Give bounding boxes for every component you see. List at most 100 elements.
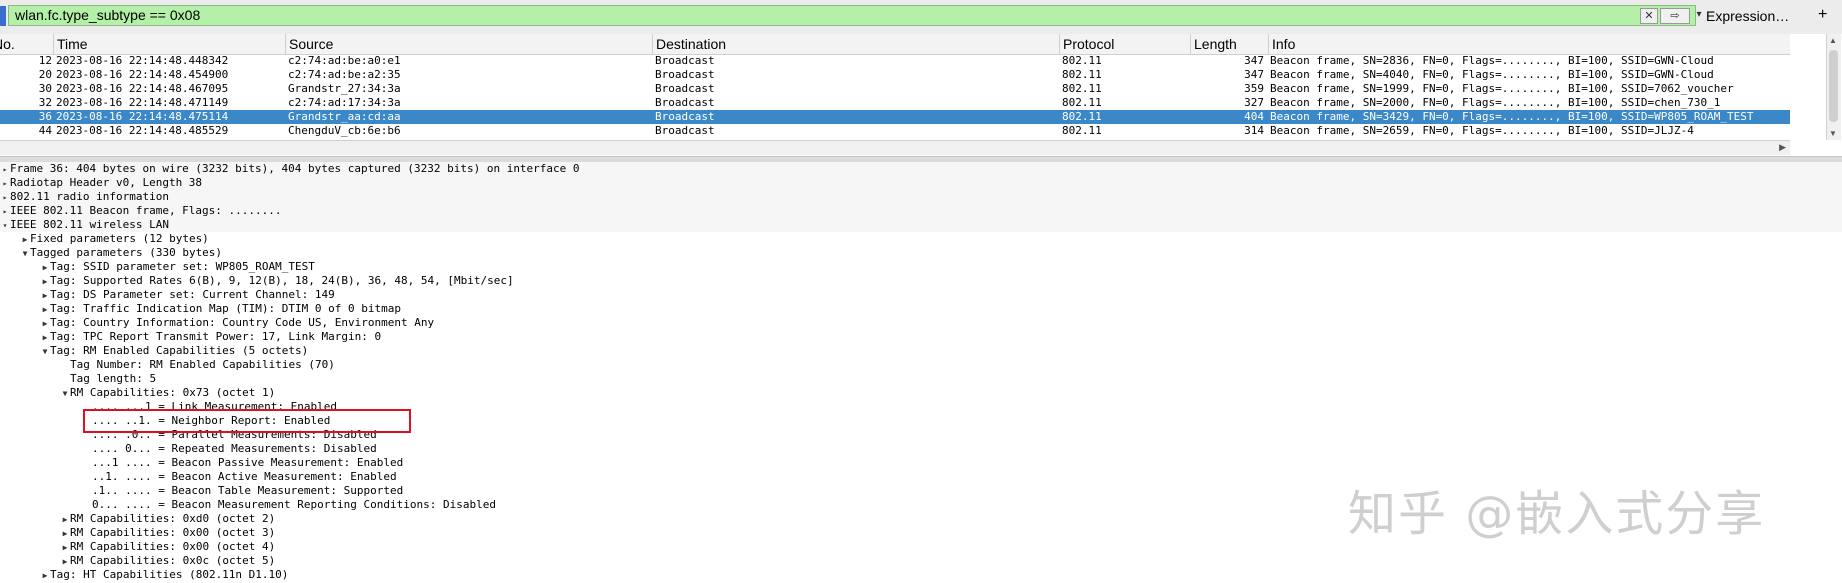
- detail-tree-item[interactable]: 0... .... = Beacon Measurement Reporting…: [0, 498, 496, 512]
- expander-arrow-icon[interactable]: ▶: [60, 527, 70, 541]
- detail-tree-item[interactable]: ▶ RM Capabilities: 0xd0 (octet 2): [0, 512, 276, 527]
- apply-filter-arrow-icon[interactable]: ⇨: [1660, 8, 1690, 24]
- detail-tree-item[interactable]: ▶ Tag: TPC Report Transmit Power: 17, Lin…: [0, 330, 382, 345]
- detail-tree-text: 802.11 radio information: [10, 190, 169, 203]
- detail-tree-item[interactable]: Tag Number: RM Enabled Capabilities (70): [0, 358, 335, 372]
- detail-tree-item[interactable]: ▶ Tag: Supported Rates 6(B), 9, 12(B), 18…: [0, 274, 514, 288]
- expander-arrow-icon[interactable]: ▼: [20, 247, 30, 261]
- packet-row[interactable]: 32 2023-08-16 22:14:48.471149 c2:74:ad:1…: [0, 96, 1790, 110]
- packet-source: ChengduV_cb:6e:b6: [288, 124, 401, 137]
- expander-arrow-icon[interactable]: ▼: [40, 345, 50, 359]
- packet-protocol: 802.11: [1062, 82, 1102, 95]
- expander-arrow-icon[interactable]: ▶: [40, 261, 50, 275]
- detail-tree-item[interactable]: ▶ Tag: Country Information: Country Code …: [0, 316, 435, 331]
- packet-destination: Broadcast: [655, 54, 715, 67]
- scroll-down-arrow-icon[interactable]: ▼: [1829, 129, 1837, 138]
- detail-tree-text: Tagged parameters (330 bytes): [30, 246, 223, 259]
- expander-arrow-icon[interactable]: ▶: [40, 317, 50, 331]
- packet-no: 32: [38, 96, 52, 109]
- column-header-protocol[interactable]: Protocol: [1059, 34, 1190, 54]
- detail-tree-item[interactable]: Tag length: 5: [0, 372, 156, 386]
- expander-arrow-icon[interactable]: ▶: [40, 303, 50, 317]
- detail-tree-item[interactable]: ▾ IEEE 802.11 wireless LAN: [0, 218, 1842, 232]
- display-filter-toolbar: wlan.fc.type_subtype == 0x08 ✕ ⇨ ▾ Expre…: [0, 0, 1842, 35]
- filter-controls: ✕ ⇨ ▾: [1640, 7, 1706, 25]
- expander-arrow-icon[interactable]: ▸: [0, 205, 10, 219]
- packet-info: Beacon frame, SN=4040, FN=0, Flags=.....…: [1270, 68, 1714, 81]
- packet-row[interactable]: 20 2023-08-16 22:14:48.454900 c2:74:ad:b…: [0, 68, 1790, 82]
- expander-arrow-icon[interactable]: ▸: [0, 163, 10, 177]
- detail-tree-item[interactable]: .... 0... = Repeated Measurements: Disab…: [0, 442, 377, 456]
- scroll-right-arrow-icon[interactable]: ▶: [1779, 142, 1786, 153]
- detail-tree-item[interactable]: ▸ IEEE 802.11 Beacon frame, Flags: ......…: [0, 204, 1842, 218]
- detail-tree-item[interactable]: ▸ Frame 36: 404 bytes on wire (3232 bits)…: [0, 162, 1842, 176]
- expander-arrow-icon[interactable]: ▶: [20, 233, 30, 247]
- packet-source: c2:74:ad:be:a2:35: [288, 68, 401, 81]
- packet-row[interactable]: 12 2023-08-16 22:14:48.448342 c2:74:ad:b…: [0, 54, 1790, 68]
- expander-arrow-icon[interactable]: ▶: [60, 555, 70, 569]
- expander-arrow-icon[interactable]: ▾: [0, 219, 10, 233]
- packet-destination: Broadcast: [655, 68, 715, 81]
- expander-arrow-icon[interactable]: ▶: [40, 331, 50, 345]
- expander-arrow-icon[interactable]: ▸: [0, 191, 10, 205]
- detail-tree-item[interactable]: ..1. .... = Beacon Active Measurement: E…: [0, 470, 397, 484]
- column-header-destination[interactable]: Destination: [652, 34, 1059, 54]
- packet-source: c2:74:ad:be:a0:e1: [288, 54, 401, 67]
- packet-list-pane: No. Time Source Destination Protocol Len…: [0, 34, 1842, 158]
- detail-tree-item[interactable]: ▼ Tag: RM Enabled Capabilities (5 octets): [0, 344, 309, 359]
- packet-protocol: 802.11: [1062, 124, 1102, 137]
- column-header-info[interactable]: Info: [1268, 34, 1790, 54]
- detail-tree-item[interactable]: ▶ Tag: Traffic Indication Map (TIM): DTIM…: [0, 302, 401, 316]
- add-filter-button[interactable]: +: [1818, 6, 1827, 24]
- detail-tree-item[interactable]: ▶ RM Capabilities: 0x00 (octet 4): [0, 540, 276, 555]
- packet-no: 12: [38, 54, 52, 67]
- column-header-source[interactable]: Source: [285, 34, 652, 54]
- packet-length: 347: [1244, 54, 1264, 67]
- detail-tree-item[interactable]: ▼ RM Capabilities: 0x73 (octet 1): [0, 386, 276, 401]
- detail-tree-item[interactable]: ▶ Tag: HT Capabilities (802.11n D1.10): [0, 568, 289, 583]
- expander-arrow-icon[interactable]: ▶: [40, 275, 50, 289]
- detail-tree-item[interactable]: ▶ Tag: SSID parameter set: WP805_ROAM_TES…: [0, 260, 315, 274]
- packet-list-horizontal-scrollbar[interactable]: ▶: [0, 140, 1790, 155]
- column-header-no[interactable]: No.: [0, 34, 56, 54]
- clear-filter-icon[interactable]: ✕: [1640, 8, 1658, 24]
- detail-tree-item[interactable]: ▶ RM Capabilities: 0x00 (octet 3): [0, 526, 276, 541]
- scrollbar-thumb[interactable]: [1829, 50, 1838, 122]
- expander-arrow-icon[interactable]: ▼: [60, 387, 70, 401]
- column-header-time[interactable]: Time: [53, 34, 288, 54]
- filter-bookmark-icon[interactable]: [0, 6, 6, 26]
- detail-tree-item[interactable]: .1.. .... = Beacon Table Measurement: Su…: [0, 484, 403, 498]
- filter-history-dropdown-icon[interactable]: ▾: [1692, 8, 1706, 24]
- detail-tree-text: Tag: Supported Rates 6(B), 9, 12(B), 18,…: [50, 274, 514, 287]
- packet-row[interactable]: 30 2023-08-16 22:14:48.467095 Grandstr_2…: [0, 82, 1790, 96]
- expander-arrow-icon[interactable]: ▶: [40, 289, 50, 303]
- packet-protocol: 802.11: [1062, 54, 1102, 67]
- detail-tree-item[interactable]: ▸ 802.11 radio information: [0, 190, 1842, 204]
- packet-info: Beacon frame, SN=2000, FN=0, Flags=.....…: [1270, 96, 1721, 109]
- expander-arrow-icon[interactable]: ▶: [60, 513, 70, 527]
- detail-tree-text: RM Capabilities: 0x73 (octet 1): [70, 386, 276, 399]
- detail-tree-item[interactable]: ...1 .... = Beacon Passive Measurement: …: [0, 456, 403, 470]
- detail-tree-item[interactable]: ▼ Tagged parameters (330 bytes): [0, 246, 222, 260]
- packet-time: 2023-08-16 22:14:48.454900: [56, 68, 229, 81]
- expression-button[interactable]: Expression…: [1706, 8, 1789, 24]
- detail-tree-item[interactable]: ▶ RM Capabilities: 0x0c (octet 5): [0, 554, 276, 569]
- packet-row-selected[interactable]: 36 2023-08-16 22:14:48.475114 Grandstr_a…: [0, 110, 1790, 124]
- detail-tree-item[interactable]: ▶ Fixed parameters (12 bytes): [0, 232, 209, 246]
- detail-tree-text: Tag: SSID parameter set: WP805_ROAM_TEST: [50, 260, 315, 273]
- detail-tree-text: Tag Number: RM Enabled Capabilities (70): [70, 358, 335, 371]
- packet-no: 44: [38, 124, 52, 137]
- expander-arrow-icon[interactable]: ▶: [60, 541, 70, 555]
- detail-tree-item[interactable]: ▶ Tag: DS Parameter set: Current Channel:…: [0, 288, 335, 302]
- detail-tree-item[interactable]: ▸ Radiotap Header v0, Length 38: [0, 176, 1842, 190]
- packet-protocol: 802.11: [1062, 96, 1102, 109]
- expander-arrow-icon[interactable]: ▶: [40, 569, 50, 583]
- packet-info: Beacon frame, SN=1999, FN=0, Flags=.....…: [1270, 82, 1734, 95]
- packet-row[interactable]: 44 2023-08-16 22:14:48.485529 ChengduV_c…: [0, 124, 1790, 138]
- packet-list-vertical-scrollbar[interactable]: ▲ ▼: [1826, 34, 1841, 140]
- scroll-up-arrow-icon[interactable]: ▲: [1829, 36, 1837, 45]
- column-header-length[interactable]: Length: [1190, 34, 1268, 54]
- display-filter-input[interactable]: wlan.fc.type_subtype == 0x08: [8, 5, 1696, 26]
- packet-info: Beacon frame, SN=2836, FN=0, Flags=.....…: [1270, 54, 1714, 67]
- expander-arrow-icon[interactable]: ▸: [0, 177, 10, 191]
